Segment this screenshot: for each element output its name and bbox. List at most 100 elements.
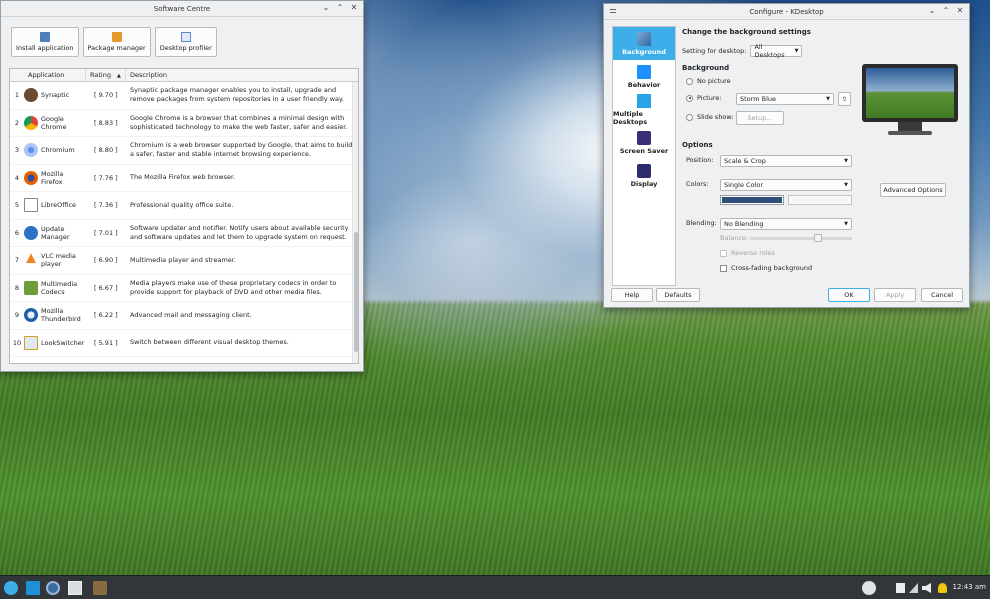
rating-header-label: Rating [90, 70, 111, 79]
position-select[interactable]: Scale & Crop ▼ [720, 155, 852, 167]
app-name: Update Manager [41, 224, 70, 241]
picture-option[interactable]: Picture: [686, 94, 722, 102]
software-centre-task-icon[interactable] [93, 581, 107, 595]
secondary-color-button[interactable] [788, 195, 852, 205]
scrollbar-thumb[interactable] [354, 232, 358, 352]
options-heading: Options [682, 141, 713, 149]
app-description: Chromium is a web browser supported by G… [130, 141, 353, 159]
browse-picture-button[interactable]: ⇧ [838, 92, 851, 106]
maximize-icon[interactable]: ⌃ [335, 3, 345, 13]
advanced-options-button[interactable]: Advanced Options [880, 183, 946, 197]
balance-slider[interactable] [750, 234, 852, 242]
slide-show-option[interactable]: Slide show: [686, 113, 734, 121]
dialog-footer: Help Defaults OK Apply Cancel [604, 286, 969, 306]
picture-radio[interactable] [686, 94, 693, 102]
slide-show-label: Slide show: [697, 113, 734, 121]
network-icon[interactable] [909, 583, 918, 593]
application-launcher-icon[interactable] [4, 581, 18, 595]
color-swatch [722, 197, 782, 203]
category-sidebar: Background Behavior Multiple Desktops Sc… [612, 26, 676, 286]
software-centre-titlebar[interactable]: Software Centre ⌄ ⌃ ✕ [1, 1, 363, 17]
clock[interactable]: 12:43 am [952, 583, 986, 591]
table-row[interactable]: 8 Multimedia Codecs [ 6.67 ] Media playe… [10, 275, 358, 302]
blending-select[interactable]: No Blending ▼ [720, 218, 852, 230]
category-label: Display [630, 179, 658, 188]
window-switcher-icon[interactable] [68, 581, 82, 595]
table-row[interactable]: 2 Google Chrome [ 8.83 ] Google Chrome i… [10, 110, 358, 137]
settings-icon[interactable] [46, 581, 60, 595]
cross-fading-option[interactable]: Cross-fading background [720, 264, 812, 272]
configure-titlebar[interactable]: Configure - KDesktop ⌄ ⌃ ✕ [604, 4, 969, 20]
minimize-icon[interactable]: ⌄ [927, 6, 937, 16]
close-icon[interactable]: ✕ [349, 3, 359, 13]
minimize-icon[interactable]: ⌄ [321, 3, 331, 13]
background-icon [637, 31, 651, 46]
no-picture-radio[interactable] [686, 77, 693, 85]
picture-value: Storm Blue [740, 95, 776, 103]
no-picture-option[interactable]: No picture [686, 77, 731, 85]
row-number: 9 [14, 311, 20, 320]
category-label: Multiple Desktops [613, 109, 648, 126]
category-screen-saver[interactable]: Screen Saver [613, 126, 675, 159]
help-button[interactable]: Help [611, 288, 653, 302]
desktop-profiler-button[interactable]: Desktop profiler [154, 27, 217, 57]
setup-button[interactable]: Setup... [736, 111, 784, 125]
app-name: LibreOffice [41, 201, 77, 210]
column-header-rating[interactable]: Rating ▲ [86, 69, 126, 82]
app-name: Synaptic [41, 91, 70, 100]
table-scrollbar[interactable] [352, 82, 358, 363]
package-manager-label: Package manager [87, 44, 146, 52]
defaults-button[interactable]: Defaults [656, 288, 700, 302]
upload-icon: ⇧ [841, 95, 848, 103]
window-title: Configure - KDesktop [749, 7, 824, 16]
column-header-application[interactable]: Application [24, 69, 86, 82]
setting-for-select[interactable]: All Desktops ▼ [750, 43, 803, 59]
show-desktop-icon[interactable] [26, 581, 40, 595]
app-description: Media players make use of these propriet… [130, 278, 337, 296]
category-background[interactable]: Background [613, 27, 675, 60]
table-row[interactable]: 3 Chromium [ 8.80 ] Chromium is a web br… [10, 137, 358, 165]
position-label: Position: [686, 156, 714, 164]
disc-icon[interactable] [862, 581, 876, 595]
slide-show-radio[interactable] [686, 113, 693, 121]
colors-select[interactable]: Single Color ▼ [720, 179, 852, 191]
install-application-button[interactable]: Install application [11, 27, 79, 57]
chevron-down-icon: ▼ [844, 158, 848, 164]
cancel-button[interactable]: Cancel [921, 288, 963, 302]
package-manager-button[interactable]: Package manager [82, 27, 151, 57]
category-behavior[interactable]: Behavior [613, 60, 675, 93]
table-row[interactable]: 5 LibreOffice [ 7.36 ] Professional qual… [10, 192, 358, 220]
table-row[interactable]: 6 Update Manager [ 7.01 ] Software updat… [10, 220, 358, 247]
moon-icon [637, 130, 651, 145]
thunderbird-icon [24, 308, 38, 323]
slider-handle[interactable] [814, 234, 822, 242]
volume-icon[interactable] [922, 583, 931, 593]
chevron-down-icon: ▼ [826, 96, 830, 102]
table-row[interactable]: 7 VLC media player [ 6.90 ] Multimedia p… [10, 247, 358, 275]
app-rating: [ 6.22 ] [94, 311, 118, 320]
table-row[interactable]: 1 Synaptic [ 9.70 ] Synaptic package man… [10, 82, 358, 110]
table-row[interactable]: 10 LookSwitcher [ 5.91 ] Switch between … [10, 330, 358, 357]
category-display[interactable]: Display [613, 159, 675, 192]
primary-color-button[interactable] [720, 195, 784, 205]
apply-button[interactable]: Apply [874, 288, 916, 302]
column-header-description[interactable]: Description [126, 69, 354, 82]
reverse-roles-checkbox[interactable] [720, 249, 727, 257]
table-row[interactable]: 4 Mozilla Firefox [ 7.76 ] The Mozilla F… [10, 165, 358, 192]
category-label: Screen Saver [619, 146, 669, 155]
app-rating: [ 7.36 ] [94, 201, 118, 210]
cross-fading-checkbox[interactable] [720, 264, 727, 272]
no-picture-label: No picture [697, 77, 731, 85]
table-row[interactable]: 9 Mozilla Thunderbird [ 6.22 ] Advanced … [10, 302, 358, 330]
notifications-icon[interactable] [938, 583, 947, 593]
row-number: 8 [14, 283, 20, 292]
clipboard-icon[interactable] [896, 583, 905, 593]
close-icon[interactable]: ✕ [955, 6, 965, 16]
category-multiple-desktops[interactable]: Multiple Desktops [613, 93, 675, 126]
ok-button[interactable]: OK [828, 288, 870, 302]
picture-select[interactable]: Storm Blue ▼ [736, 93, 834, 105]
reverse-roles-option[interactable]: Reverse roles [720, 249, 775, 257]
maximize-icon[interactable]: ⌃ [941, 6, 951, 16]
vlc-icon [24, 253, 38, 268]
window-menu-icon[interactable] [610, 9, 616, 13]
